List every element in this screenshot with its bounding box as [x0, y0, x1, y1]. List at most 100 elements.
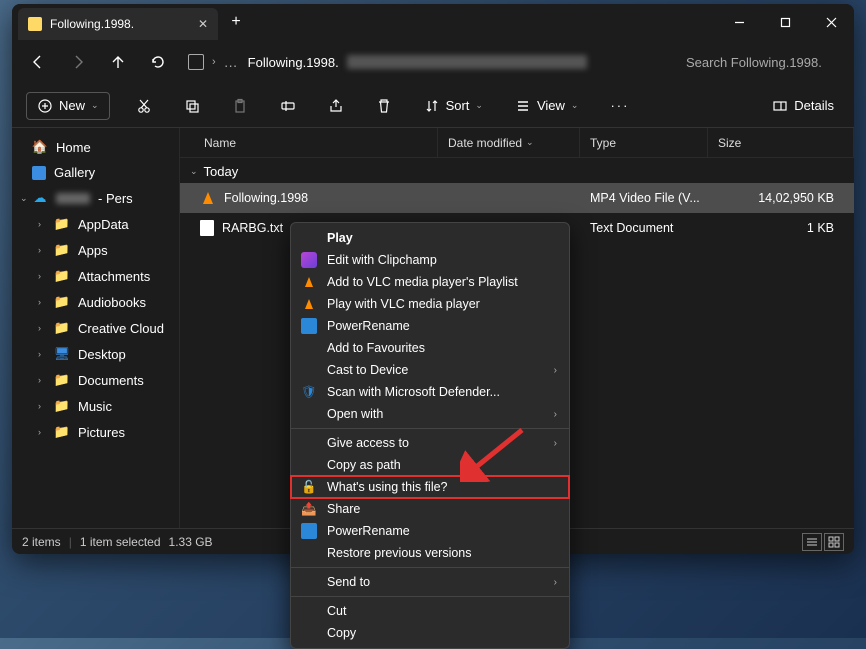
sort-button[interactable]: Sort⌄ [418, 92, 489, 120]
ctx-vlc-playlist[interactable]: Add to VLC media player's Playlist [291, 271, 569, 293]
path-overflow[interactable]: … [224, 54, 240, 70]
sidebar-item-music[interactable]: ›📁Music [16, 393, 175, 419]
refresh-button[interactable] [140, 46, 176, 78]
new-tab-button[interactable]: + [218, 4, 254, 40]
chevron-down-icon[interactable]: ⌄ [20, 193, 28, 204]
chevron-right-icon[interactable]: › [38, 375, 41, 385]
chevron-right-icon[interactable]: › [38, 427, 41, 437]
text-file-icon [200, 220, 214, 236]
address-redacted [347, 55, 587, 69]
toolbar: New⌄ Sort⌄ View⌄ ··· Details [12, 84, 854, 128]
file-row[interactable]: Following.1998 MP4 Video File (V... 14,0… [180, 183, 854, 213]
search-input[interactable]: Search Following.1998. [676, 49, 846, 76]
up-button[interactable] [100, 46, 136, 78]
sidebar-item-pictures[interactable]: ›📁Pictures [16, 419, 175, 445]
powerrename-icon [301, 318, 317, 334]
account-redacted [56, 193, 90, 204]
ctx-cut[interactable]: Cut [291, 600, 569, 622]
ctx-restore[interactable]: Restore previous versions [291, 542, 569, 564]
ctx-vlc-play[interactable]: Play with VLC media player [291, 293, 569, 315]
ctx-sendto[interactable]: Send to› [291, 571, 569, 593]
ctx-openwith[interactable]: Open with› [291, 403, 569, 425]
chevron-right-icon[interactable]: › [38, 245, 41, 255]
ctx-cast[interactable]: Cast to Device› [291, 359, 569, 381]
ctx-giveaccess[interactable]: Give access to› [291, 432, 569, 454]
address-bar[interactable]: › … Following.1998. [180, 54, 672, 70]
minimize-button[interactable] [716, 4, 762, 40]
ctx-play[interactable]: Play [291, 227, 569, 249]
file-name: RARBG.txt [222, 221, 283, 235]
new-label: New [59, 98, 85, 113]
tab-close-button[interactable]: ✕ [198, 17, 208, 31]
col-type[interactable]: Type [580, 128, 708, 157]
clipchamp-icon [301, 252, 317, 268]
gallery-icon [32, 166, 46, 180]
folder-icon: 📁 [54, 268, 70, 284]
details-button[interactable]: Details [766, 92, 840, 120]
sidebar-item-documents[interactable]: ›📁Documents [16, 367, 175, 393]
ctx-powerrename2[interactable]: PowerRename [291, 520, 569, 542]
folder-icon: 📁 [54, 424, 70, 440]
ctx-whats-using[interactable]: 🔓What's using this file? [291, 476, 569, 498]
col-name[interactable]: Name [180, 128, 438, 157]
forward-button[interactable] [60, 46, 96, 78]
share-button[interactable] [322, 92, 350, 120]
group-today[interactable]: ⌄Today [180, 158, 854, 183]
ctx-defender[interactable]: 🛡Scan with Microsoft Defender... [291, 381, 569, 403]
ctx-clipchamp[interactable]: Edit with Clipchamp [291, 249, 569, 271]
chevron-right-icon[interactable]: › [38, 349, 41, 359]
maximize-button[interactable] [762, 4, 808, 40]
chevron-right-icon[interactable]: › [38, 219, 41, 229]
view-details-toggle[interactable] [802, 533, 822, 551]
sidebar-item-creativecloud[interactable]: ›📁Creative Cloud [16, 315, 175, 341]
shield-icon: 🛡 [301, 384, 317, 400]
delete-button[interactable] [370, 92, 398, 120]
chevron-right-icon[interactable]: › [212, 56, 216, 68]
folder-icon: 📁 [54, 372, 70, 388]
location-icon [188, 54, 204, 70]
sidebar-gallery[interactable]: Gallery [16, 160, 175, 185]
folder-icon: 📁 [54, 398, 70, 414]
more-button[interactable]: ··· [604, 92, 635, 120]
ctx-favourites[interactable]: Add to Favourites [291, 337, 569, 359]
col-date[interactable]: Date modified⌄ [438, 128, 580, 157]
status-size: 1.33 GB [169, 535, 213, 549]
tab-title: Following.1998. [50, 17, 190, 31]
rename-button[interactable] [274, 92, 302, 120]
sidebar-item-appdata[interactable]: ›📁AppData [16, 211, 175, 237]
view-grid-toggle[interactable] [824, 533, 844, 551]
sidebar-home[interactable]: 🏠Home [16, 134, 175, 160]
cut-button[interactable] [130, 92, 158, 120]
sidebar-onedrive[interactable]: ⌄☁ - Pers [16, 185, 175, 211]
ctx-copypath[interactable]: Copy as path [291, 454, 569, 476]
sidebar-item-attachments[interactable]: ›📁Attachments [16, 263, 175, 289]
address-text: Following.1998. [248, 55, 339, 70]
ctx-powerrename[interactable]: PowerRename [291, 315, 569, 337]
sort-label: Sort [446, 98, 470, 113]
chevron-right-icon[interactable]: › [38, 297, 41, 307]
window-controls [716, 4, 854, 40]
view-button[interactable]: View⌄ [509, 92, 585, 120]
context-menu: Play Edit with Clipchamp Add to VLC medi… [290, 222, 570, 649]
ctx-copy[interactable]: Copy [291, 622, 569, 644]
close-button[interactable] [808, 4, 854, 40]
sidebar-item-audiobooks[interactable]: ›📁Audiobooks [16, 289, 175, 315]
chevron-down-icon: ⌄ [190, 166, 198, 177]
chevron-right-icon[interactable]: › [38, 401, 41, 411]
copy-button[interactable] [178, 92, 206, 120]
file-size: 14,02,950 KB [708, 191, 854, 205]
view-label: View [537, 98, 565, 113]
new-button[interactable]: New⌄ [26, 92, 110, 120]
vlc-icon [301, 274, 317, 290]
sidebar-item-desktop[interactable]: ›🖥Desktop [16, 341, 175, 367]
tab[interactable]: Following.1998. ✕ [18, 8, 218, 40]
sidebar-item-apps[interactable]: ›📁Apps [16, 237, 175, 263]
col-size[interactable]: Size [708, 128, 854, 157]
paste-button[interactable] [226, 92, 254, 120]
ctx-share[interactable]: 📤Share [291, 498, 569, 520]
chevron-right-icon[interactable]: › [38, 271, 41, 281]
file-type: MP4 Video File (V... [580, 191, 708, 205]
chevron-right-icon[interactable]: › [38, 323, 41, 333]
back-button[interactable] [20, 46, 56, 78]
folder-icon [28, 17, 42, 31]
